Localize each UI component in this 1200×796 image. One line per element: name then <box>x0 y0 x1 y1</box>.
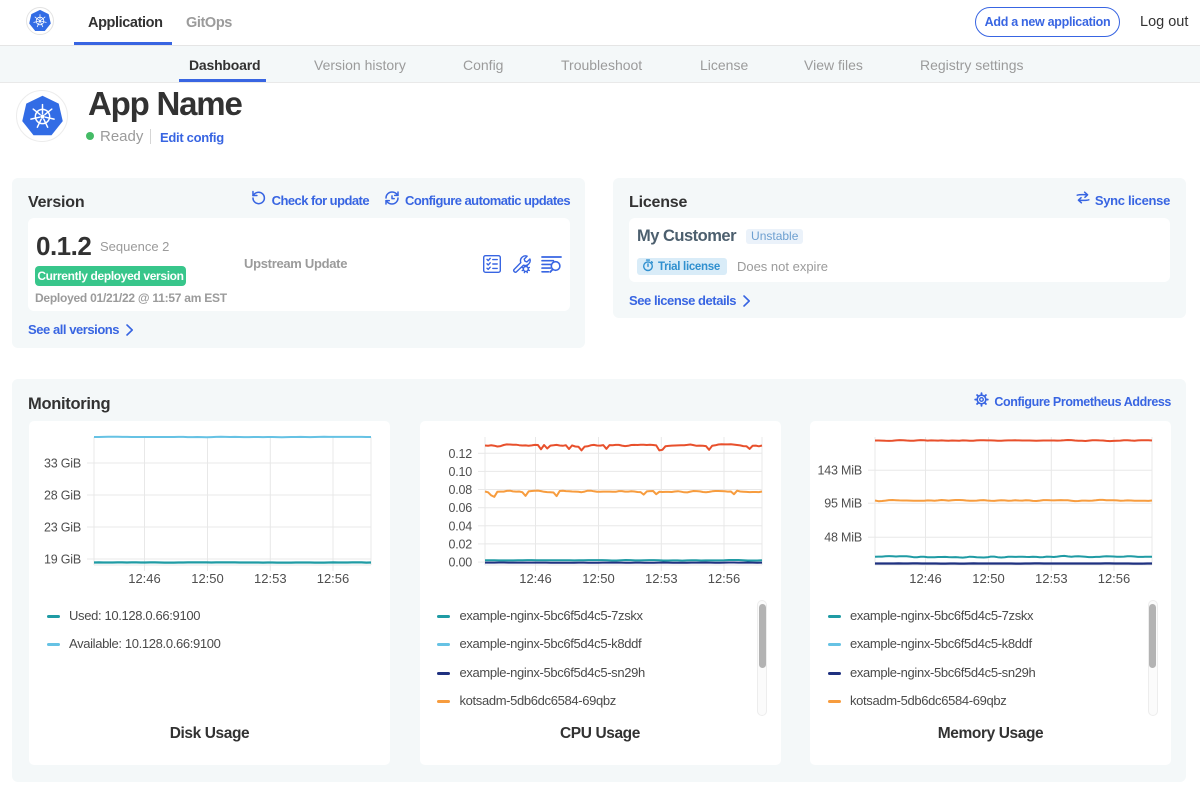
svg-text:0.06: 0.06 <box>448 501 472 515</box>
svg-text:0.00: 0.00 <box>448 556 472 570</box>
svg-text:143 MiB: 143 MiB <box>818 464 862 478</box>
svg-text:12:46: 12:46 <box>519 571 552 586</box>
svg-text:12:46: 12:46 <box>909 571 942 586</box>
svg-text:12:56: 12:56 <box>317 571 350 586</box>
svg-text:12:56: 12:56 <box>1098 571 1131 586</box>
svg-text:0.02: 0.02 <box>448 537 472 551</box>
svg-text:19 GiB: 19 GiB <box>44 553 81 567</box>
svg-text:0.08: 0.08 <box>448 483 472 497</box>
svg-text:12:53: 12:53 <box>254 571 287 586</box>
svg-text:0.10: 0.10 <box>448 465 472 479</box>
svg-text:0.12: 0.12 <box>448 447 472 461</box>
svg-text:95 MiB: 95 MiB <box>824 497 862 511</box>
svg-text:12:53: 12:53 <box>645 571 678 586</box>
svg-text:28 GiB: 28 GiB <box>44 489 81 503</box>
svg-text:12:53: 12:53 <box>1035 571 1068 586</box>
svg-text:48 MiB: 48 MiB <box>824 531 862 545</box>
svg-text:23 GiB: 23 GiB <box>44 521 81 535</box>
svg-text:12:56: 12:56 <box>707 571 740 586</box>
svg-text:12:50: 12:50 <box>582 571 615 586</box>
svg-text:12:50: 12:50 <box>191 571 224 586</box>
svg-text:12:50: 12:50 <box>972 571 1005 586</box>
svg-text:12:46: 12:46 <box>128 571 161 586</box>
svg-text:0.04: 0.04 <box>448 519 472 533</box>
svg-text:33 GiB: 33 GiB <box>44 457 81 471</box>
